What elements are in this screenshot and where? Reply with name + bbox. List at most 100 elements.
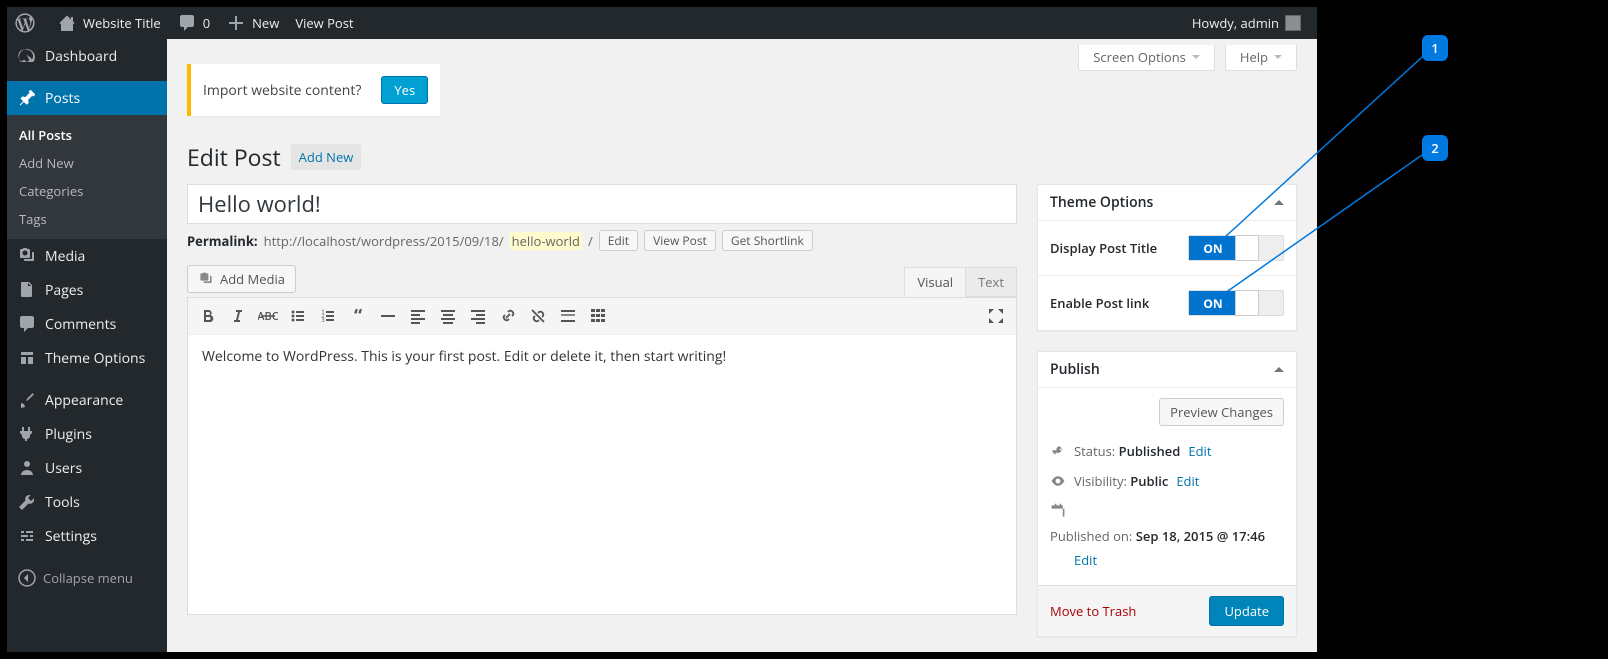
svg-text:“: “ <box>354 306 362 326</box>
update-button[interactable]: Update <box>1209 596 1284 626</box>
site-menu[interactable]: Website Title <box>49 7 169 39</box>
editor-tabs: Visual Text <box>187 267 1017 297</box>
calendar-icon <box>1050 503 1066 519</box>
help-toggle[interactable]: Help <box>1225 45 1297 71</box>
nav-pages[interactable]: Pages <box>7 273 167 307</box>
plus-icon <box>226 13 246 33</box>
permalink-edit-button[interactable]: Edit <box>599 230 638 251</box>
more-button[interactable] <box>554 302 582 330</box>
editor-content[interactable]: Welcome to WordPress. This is your first… <box>187 335 1017 615</box>
nav-dashboard[interactable]: Dashboard <box>7 39 167 73</box>
media-icon <box>17 246 37 266</box>
import-notice: Import website content? Yes <box>187 64 440 116</box>
publish-title[interactable]: Publish <box>1038 352 1296 388</box>
nav-theme-options[interactable]: Theme Options <box>7 341 167 375</box>
nav-add-new-post[interactable]: Add New <box>7 149 167 177</box>
content-area: Screen Options Help Import website conte… <box>167 39 1317 652</box>
link-button[interactable] <box>494 302 522 330</box>
pin-icon <box>17 88 37 108</box>
view-post-link[interactable]: View Post <box>287 7 361 39</box>
wordpress-icon <box>15 13 35 33</box>
permalink-shortlink-button[interactable]: Get Shortlink <box>722 230 813 251</box>
chevron-up-icon <box>1274 200 1284 205</box>
nav-settings[interactable]: Settings <box>7 519 167 553</box>
add-new-button[interactable]: Add New <box>291 144 362 170</box>
import-yes-button[interactable]: Yes <box>381 76 428 104</box>
comments-count: 0 <box>203 14 210 32</box>
blockquote-button[interactable]: “ <box>344 302 372 330</box>
kitchen-sink-button[interactable] <box>584 302 612 330</box>
italic-button[interactable] <box>224 302 252 330</box>
avatar <box>1285 15 1301 31</box>
visibility-line: Visibility: Public Edit <box>1050 466 1284 496</box>
nav-all-posts[interactable]: All Posts <box>7 121 167 149</box>
theme-options-icon <box>17 348 37 368</box>
posts-submenu: All Posts Add New Categories Tags <box>7 115 167 239</box>
permalink-slug[interactable]: hello-world <box>510 232 582 250</box>
site-title: Website Title <box>83 14 161 32</box>
post-title-input[interactable] <box>187 184 1017 224</box>
plugins-icon <box>17 424 37 444</box>
bold-button[interactable] <box>194 302 222 330</box>
comments-icon <box>17 314 37 334</box>
collapse-icon <box>17 568 37 588</box>
edit-visibility-link[interactable]: Edit <box>1176 472 1199 490</box>
publish-box: Publish Preview Changes Status: Publishe… <box>1037 351 1297 637</box>
published-on-line: Published on: Sep 18, 2015 @ 17:46 <box>1050 496 1284 551</box>
eye-icon <box>1050 473 1066 489</box>
new-content-menu[interactable]: New <box>218 7 287 39</box>
nav-tags[interactable]: Tags <box>7 205 167 233</box>
notice-text: Import website content? <box>203 81 361 100</box>
enable-post-link-toggle[interactable]: ON <box>1188 290 1284 316</box>
display-post-title-toggle[interactable]: ON <box>1188 235 1284 261</box>
admin-bar-right: Howdy, admin <box>1184 14 1317 32</box>
nav-comments[interactable]: Comments <box>7 307 167 341</box>
post-body: Permalink: http://localhost/wordpress/20… <box>187 184 1017 615</box>
svg-text:3: 3 <box>321 316 325 324</box>
align-left-button[interactable] <box>404 302 432 330</box>
nav-tools[interactable]: Tools <box>7 485 167 519</box>
screen-options-toggle[interactable]: Screen Options <box>1078 45 1215 71</box>
side-column: Theme Options Display Post Title ON Enab… <box>1037 184 1297 652</box>
account-menu[interactable]: Howdy, admin <box>1184 14 1309 32</box>
wp-logo-menu[interactable] <box>7 7 49 39</box>
permalink-row: Permalink: http://localhost/wordpress/20… <box>187 230 1017 251</box>
theme-options-title[interactable]: Theme Options <box>1038 185 1296 221</box>
edit-date-link[interactable]: Edit <box>1074 551 1097 569</box>
key-icon <box>1050 443 1066 459</box>
align-right-button[interactable] <box>464 302 492 330</box>
align-center-button[interactable] <box>434 302 462 330</box>
dashboard-icon <box>17 46 37 66</box>
media-icon <box>198 271 214 287</box>
settings-icon <box>17 526 37 546</box>
edit-status-link[interactable]: Edit <box>1188 442 1211 460</box>
numbered-list-button[interactable]: 123 <box>314 302 342 330</box>
bullet-list-button[interactable] <box>284 302 312 330</box>
collapse-menu[interactable]: Collapse menu <box>7 561 167 595</box>
tab-visual[interactable]: Visual <box>904 267 966 297</box>
add-media-button[interactable]: Add Media <box>187 265 296 293</box>
nav-categories[interactable]: Categories <box>7 177 167 205</box>
nav-appearance[interactable]: Appearance <box>7 383 167 417</box>
howdy-text: Howdy, admin <box>1192 14 1279 32</box>
comments-menu[interactable]: 0 <box>169 7 218 39</box>
strikethrough-button[interactable]: ABC <box>254 302 282 330</box>
nav-plugins[interactable]: Plugins <box>7 417 167 451</box>
nav-posts[interactable]: Posts <box>7 81 167 115</box>
editor-toolbar: ABC 123 “ <box>187 297 1017 335</box>
admin-bar: Website Title 0 New View Post Howdy, adm… <box>7 7 1317 39</box>
hr-button[interactable] <box>374 302 402 330</box>
permalink-view-button[interactable]: View Post <box>644 230 716 251</box>
unlink-button[interactable] <box>524 302 552 330</box>
nav-users[interactable]: Users <box>7 451 167 485</box>
fullscreen-button[interactable] <box>982 302 1010 330</box>
appearance-icon <box>17 390 37 410</box>
callout-bubble-2: 2 <box>1422 135 1448 161</box>
preview-changes-button[interactable]: Preview Changes <box>1159 398 1284 426</box>
nav-media[interactable]: Media <box>7 239 167 273</box>
screen-meta-links: Screen Options Help <box>1078 45 1297 71</box>
tools-icon <box>17 492 37 512</box>
admin-menu: Dashboard Posts All Posts Add New Catego… <box>7 39 167 652</box>
tab-text[interactable]: Text <box>966 267 1017 297</box>
move-to-trash-link[interactable]: Move to Trash <box>1050 602 1136 620</box>
